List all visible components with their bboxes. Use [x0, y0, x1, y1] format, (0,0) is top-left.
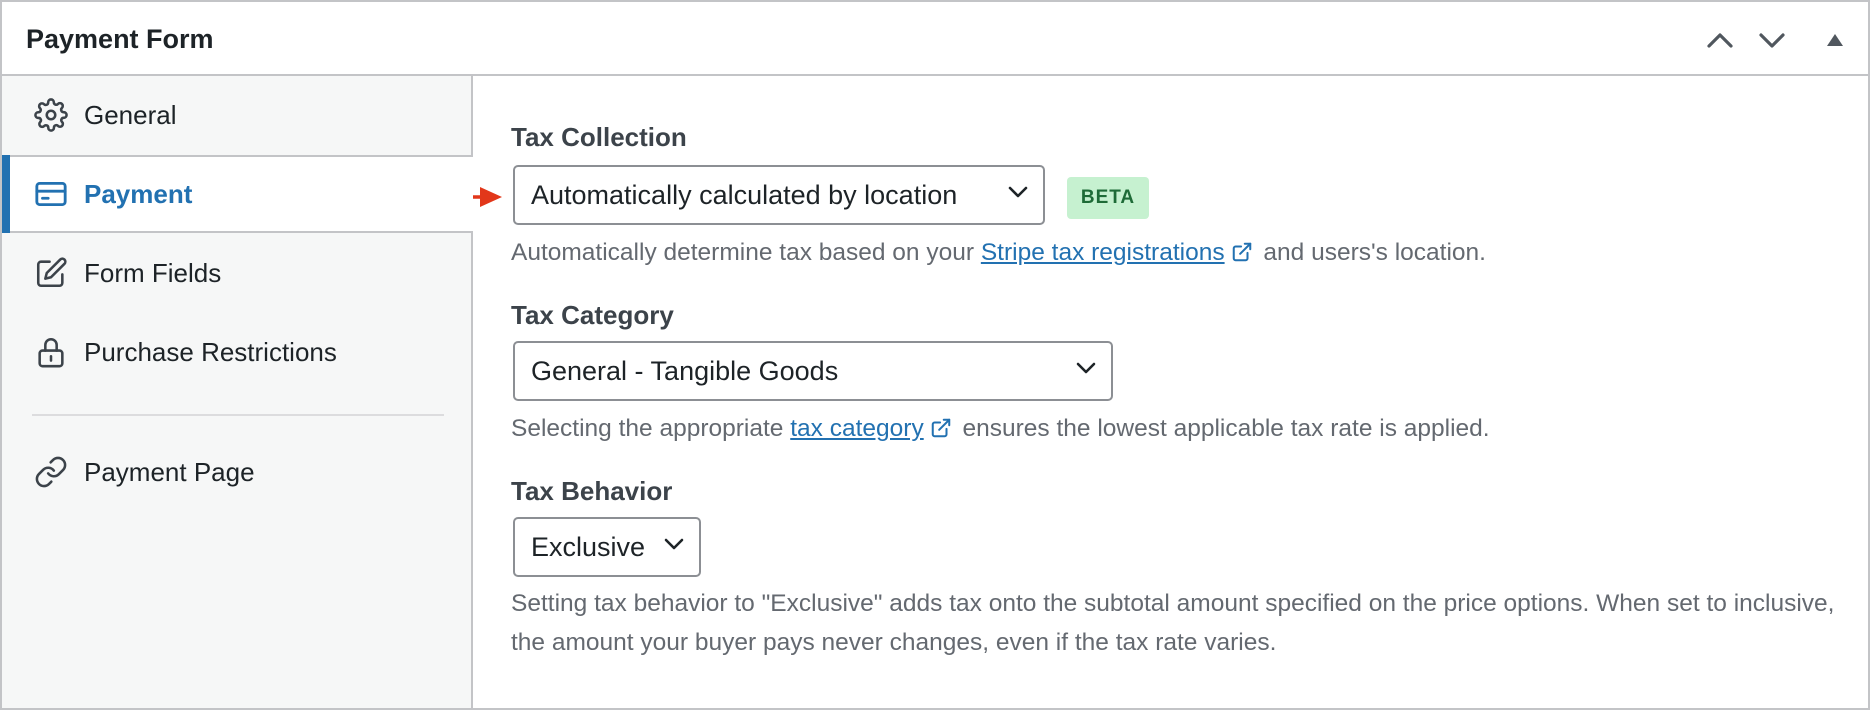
- sidebar: General Payment Form Fields Purchase Res…: [2, 76, 473, 708]
- lock-icon: [34, 335, 68, 369]
- toggle-panel-button[interactable]: [1815, 22, 1855, 58]
- chevron-down-icon: [1758, 31, 1786, 49]
- sidebar-item-label: Payment Page: [84, 456, 255, 487]
- sidebar-item-general[interactable]: General: [2, 76, 471, 154]
- sidebar-item-label: Payment: [84, 178, 193, 209]
- chevron-down-icon: [1075, 361, 1097, 380]
- beta-badge: BETA: [1067, 177, 1149, 219]
- tax-settings-content: Tax Collection Automatically calculated …: [475, 76, 1868, 708]
- chevron-up-icon: [1706, 31, 1734, 49]
- payment-form-panel: Payment Form General Payment Form Fields…: [0, 0, 1870, 710]
- sidebar-item-payment[interactable]: Payment: [2, 155, 473, 233]
- help-text: and users's location.: [1263, 239, 1486, 266]
- tax-collection-label: Tax Collection: [511, 122, 687, 152]
- link-icon: [34, 455, 68, 489]
- tax-category-select[interactable]: General - Tangible Goods: [513, 341, 1113, 401]
- stripe-tax-registrations-link[interactable]: Stripe tax registrations: [981, 239, 1225, 266]
- tax-collection-help: Automatically determine tax based on you…: [511, 239, 1486, 267]
- tax-category-link[interactable]: tax category: [790, 415, 923, 442]
- tax-category-value: General - Tangible Goods: [531, 355, 839, 386]
- credit-card-icon: [34, 177, 68, 211]
- sidebar-item-label: Purchase Restrictions: [84, 336, 337, 367]
- active-indicator: [2, 155, 10, 233]
- help-text: Automatically determine tax based on you…: [511, 239, 975, 266]
- chevron-down-icon: [1007, 185, 1029, 204]
- sidebar-item-form-fields[interactable]: Form Fields: [2, 234, 471, 312]
- sidebar-item-label: Form Fields: [84, 257, 222, 288]
- tax-category-help: Selecting the appropriate tax category e…: [511, 415, 1490, 443]
- panel-title: Payment Form: [26, 24, 214, 54]
- sidebar-item-purchase-restrictions[interactable]: Purchase Restrictions: [2, 313, 471, 391]
- help-text: Selecting the appropriate: [511, 415, 784, 442]
- external-link-icon: [931, 418, 950, 438]
- gear-icon: [34, 98, 68, 132]
- triangle-up-icon: [1826, 33, 1844, 47]
- chevron-down-icon: [663, 537, 685, 556]
- tax-category-label: Tax Category: [511, 300, 674, 330]
- tax-behavior-select[interactable]: Exclusive: [513, 517, 701, 577]
- external-link-icon: [1232, 242, 1251, 262]
- help-text: ensures the lowest applicable tax rate i…: [962, 415, 1490, 442]
- tax-behavior-value: Exclusive: [531, 531, 646, 562]
- tax-behavior-help: Setting tax behavior to "Exclusive" adds…: [511, 590, 1835, 656]
- sidebar-divider: [32, 414, 444, 416]
- move-down-button[interactable]: [1752, 22, 1792, 58]
- tax-behavior-label: Tax Behavior: [511, 476, 673, 506]
- move-up-button[interactable]: [1700, 22, 1740, 58]
- edit-icon: [34, 256, 68, 290]
- sidebar-item-payment-page[interactable]: Payment Page: [2, 433, 471, 511]
- panel-header: Payment Form: [2, 2, 1868, 76]
- tax-collection-select[interactable]: Automatically calculated by location: [513, 165, 1045, 225]
- tax-collection-value: Automatically calculated by location: [531, 179, 958, 210]
- sidebar-item-label: General: [84, 99, 177, 130]
